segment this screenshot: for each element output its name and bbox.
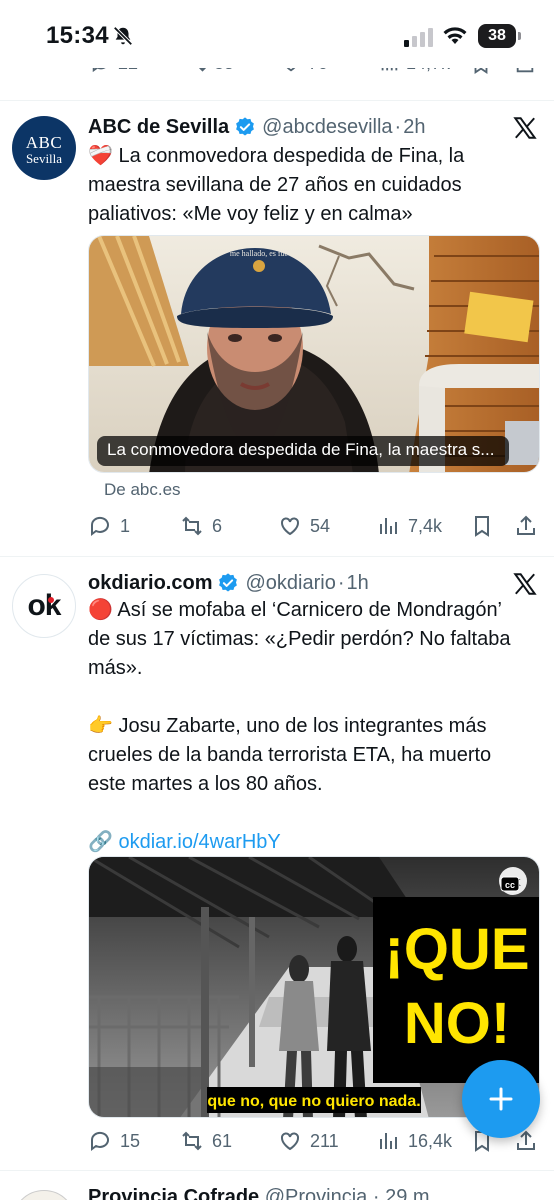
tweet-actions: 1 6 54 7,4k — [88, 511, 540, 541]
avatar-okdiario[interactable]: ok — [12, 574, 76, 638]
battery-indicator: 38 — [478, 24, 516, 48]
status-bar: 15:34 38 — [0, 0, 554, 68]
avatar-logo-dot — [48, 597, 54, 603]
tweet-text-line: maestra sevillana de 27 años en cuidados — [88, 174, 462, 196]
repost-button[interactable]: 6 — [180, 511, 222, 541]
tweet-link[interactable]: okdiar.io/4warHbY — [118, 831, 280, 853]
video-overlay-text-2: NO! — [404, 991, 510, 1056]
author-handle[interactable]: @Provincia — [265, 1186, 368, 1200]
tweet-text-line: este martes a los 80 años. — [88, 773, 323, 795]
tweet-text-line: crueles de la banda terrorista ETA, ha m… — [88, 744, 492, 766]
like-button[interactable]: 54 — [278, 511, 330, 541]
tweet-text-line: ❤️‍🩹 La conmovedora despedida de Fina, l… — [88, 145, 465, 167]
next-tweet-header: Provincia Cofrade @Provincia · 29 m — [88, 1186, 430, 1200]
tweet-link-line: 🔗 okdiar.io/4warHbY — [88, 828, 540, 857]
link-card-image[interactable]: me hallado, es fue La conmovedora desped… — [88, 235, 540, 473]
bookmark-icon — [475, 516, 489, 537]
avatar-abc-sevilla[interactable]: ABC Sevilla — [12, 116, 76, 180]
media-caption: La conmovedora despedida de Fina, la mae… — [107, 440, 495, 459]
repost-icon — [182, 516, 202, 536]
avatar-logo-text: ABC — [25, 133, 63, 152]
avatar-logo-text: ok — [27, 589, 61, 622]
repost-button[interactable]: 61 — [180, 1126, 232, 1156]
video-overlay-text-1: ¡QUE — [385, 917, 530, 982]
status-time: 15:34 — [46, 22, 109, 49]
views-icon — [380, 518, 397, 534]
reply-icon — [90, 1131, 109, 1151]
reply-count: 1 — [120, 515, 131, 536]
cellular-signal-icon — [404, 28, 433, 47]
views-icon — [380, 1133, 397, 1149]
separator-dot: · — [372, 1186, 380, 1200]
views-button[interactable]: 7,4k — [376, 511, 442, 541]
plus-icon — [489, 1087, 513, 1111]
divider — [0, 100, 554, 101]
reply-button[interactable]: 15 — [88, 1126, 140, 1156]
divider — [0, 556, 554, 557]
author-name[interactable]: ABC de Sevilla — [88, 116, 229, 139]
article-photo: me hallado, es fue — [89, 236, 539, 472]
tweet-text: ❤️‍🩹 La conmovedora despedida de Fina, l… — [88, 142, 540, 229]
heart-icon — [281, 1132, 299, 1151]
verified-badge-icon — [219, 573, 238, 592]
x-logo-icon[interactable] — [512, 571, 538, 597]
reply-icon — [90, 516, 109, 536]
like-button[interactable]: 211 — [278, 1126, 339, 1156]
compose-tweet-button[interactable] — [462, 1060, 540, 1138]
tweet-time[interactable]: 29 m — [385, 1186, 429, 1200]
tweet-text: 🔴 Así se mofaba el ‘Carnicero de Mondrag… — [88, 596, 540, 857]
author-name[interactable]: Provincia Cofrade — [88, 1186, 259, 1200]
avatar-provincia-cofrade[interactable] — [12, 1190, 76, 1200]
closed-captions-badge: cc — [505, 880, 515, 890]
next-tweet-preview[interactable]: Provincia Cofrade @Provincia · 29 m — [0, 1172, 554, 1200]
reply-count: 15 — [120, 1130, 141, 1151]
avatar-logo-subtext: Sevilla — [25, 151, 63, 166]
author-handle[interactable]: @abcdesevilla — [262, 116, 392, 139]
link-emoji: 🔗 — [88, 831, 113, 853]
share-button[interactable] — [514, 511, 538, 541]
source-link[interactable]: De abc.es — [104, 480, 181, 500]
view-count: 16,4k — [408, 1130, 453, 1151]
video-subtitle: que no, que no quiero nada. — [207, 1093, 420, 1110]
reply-button[interactable]: 1 — [88, 511, 130, 541]
like-count: 54 — [310, 515, 331, 536]
tweet-text-line: 🔴 Así se mofaba el ‘Carnicero de Mondrag… — [88, 599, 503, 621]
cap-embroidery-text: me hallado, es fue — [230, 249, 289, 258]
verified-badge-icon — [236, 117, 255, 136]
bell-muted-icon — [113, 26, 133, 46]
tweet-time[interactable]: 2h — [403, 116, 425, 139]
view-count: 7,4k — [408, 515, 443, 536]
wifi-icon — [443, 27, 467, 44]
separator-dot: · — [394, 115, 402, 138]
bookmark-button[interactable] — [470, 511, 494, 541]
tweet-time[interactable]: 1h — [347, 572, 369, 595]
author-handle[interactable]: @okdiario — [245, 572, 335, 595]
share-icon — [517, 515, 535, 535]
views-button[interactable]: 16,4k — [376, 1126, 452, 1156]
battery-tip — [518, 32, 521, 40]
tweet-header: ABC de Sevilla @abcdesevilla · 2h — [88, 112, 425, 142]
tweet-header: okdiario.com @okdiario · 1h — [88, 568, 369, 598]
tweet-text-line: de sus 17 víctimas: «¿Pedir perdón? No f… — [88, 628, 511, 650]
like-count: 211 — [310, 1130, 339, 1151]
x-logo-icon[interactable] — [512, 115, 538, 141]
divider — [0, 1170, 554, 1171]
repost-count: 61 — [212, 1130, 233, 1151]
repost-icon — [182, 1131, 202, 1151]
author-name[interactable]: okdiario.com — [88, 572, 212, 595]
tweet-text-line: 👉 Josu Zabarte, uno de los integrantes m… — [88, 715, 487, 737]
tweet-text-spacer — [88, 799, 540, 828]
repost-count: 6 — [212, 515, 223, 536]
tweet-text-line — [88, 683, 540, 712]
tweet-text-line: más». — [88, 657, 143, 679]
separator-dot: · — [337, 571, 345, 594]
heart-icon — [281, 517, 299, 536]
tweet-actions: 15 61 211 16,4k — [88, 1126, 540, 1156]
tweet-text-line: paliativos: «Me voy feliz y en calma» — [88, 203, 413, 225]
